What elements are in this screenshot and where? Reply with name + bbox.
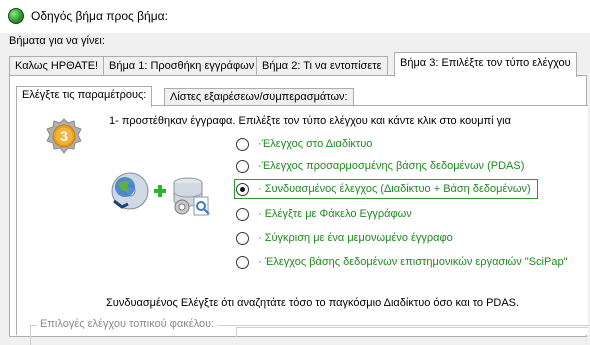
option-combined-check[interactable]: · Συνδυασμένος έλεγχος (Διαδίκτυο + Βάση… xyxy=(234,179,538,199)
tab-step-3[interactable]: Βήμα 3: Επιλέξτε τον τύπο ελέγχου xyxy=(394,52,577,77)
combined-check-illustration xyxy=(111,172,210,216)
radio-button[interactable] xyxy=(236,255,249,269)
option-label: ·Έλεγχος στο Διαδίκτυο xyxy=(258,138,373,150)
option-label: · Συνδυασμένος έλεγχος (Διαδίκτυο + Βάση… xyxy=(258,183,531,195)
option-internet-check[interactable]: ·Έλεγχος στο Διαδίκτυο xyxy=(236,134,372,154)
radio-button[interactable] xyxy=(236,137,249,151)
radio-button-selected[interactable] xyxy=(236,182,249,196)
option-label: · Σύγκριση με ένα μεμονωμένο έγγραφο xyxy=(258,232,453,244)
option-label: · Έλεγχος βάσης δεδομένων επιστημονικών … xyxy=(258,256,568,268)
app-icon xyxy=(8,8,24,24)
svg-text:3: 3 xyxy=(60,128,68,144)
wizard-tabs: Καλως ΗΡΘΑΤΕ! Βήμα 1: Προσθήκη εγγράφων … xyxy=(9,52,587,77)
tab-check-parameters[interactable]: Ελέγξτε τις παραμέτρους: xyxy=(16,86,153,107)
radio-button[interactable] xyxy=(236,207,249,221)
window-title: Οδηγός βήμα προς βήμα: xyxy=(31,9,168,23)
tab-exception-lists[interactable]: Λίστες εξαιρέσεων/συμπερασμάτων: xyxy=(164,88,354,106)
plus-icon xyxy=(154,185,166,197)
title-bar: Οδηγός βήμα προς βήμα: xyxy=(0,0,590,33)
option-label: ·Έλεγχος προσαρμοσμένης βάσης δεδομένων … xyxy=(258,160,525,172)
step-three-badge-icon: 3 xyxy=(46,118,82,154)
database-icon xyxy=(173,177,210,216)
option-single-document-compare[interactable]: · Σύγκριση με ένα μεμονωμένο έγγραφο xyxy=(236,228,453,248)
option-folder-check[interactable]: · Ελέγξτε με Φάκελο Εγγράφων xyxy=(236,204,412,224)
tab-step-2[interactable]: Βήμα 2: Τι να εντοπίσετε xyxy=(256,56,388,76)
local-folder-options-title: Επιλογές ελέγχου τοπικού φακέλου: xyxy=(37,318,218,330)
radio-button[interactable] xyxy=(236,231,249,245)
radio-button[interactable] xyxy=(236,159,249,173)
option-label: · Ελέγξτε με Φάκελο Εγγράφων xyxy=(258,208,412,220)
local-folder-field[interactable] xyxy=(236,327,588,337)
option-scipap-check[interactable]: · Έλεγχος βάσης δεδομένων επιστημονικών … xyxy=(236,252,567,272)
intro-text: 1- προστέθηκαν έγγραφα. Επιλέξτε τον τύπ… xyxy=(109,115,511,127)
steps-label: Βήματα για να γίνει: xyxy=(9,35,105,47)
option-description: Συνδυασμένος Ελέγξτε ότι αναζητάτε τόσο … xyxy=(106,297,520,309)
globe-cd-icon xyxy=(111,172,149,210)
option-pdas-check[interactable]: ·Έλεγχος προσαρμοσμένης βάσης δεδομένων … xyxy=(236,156,524,176)
tab-welcome[interactable]: Καλως ΗΡΘΑΤΕ! xyxy=(9,56,105,76)
tab-step-1[interactable]: Βήμα 1: Προσθήκη εγγράφων xyxy=(103,56,261,76)
parameter-tabs: Ελέγξτε τις παραμέτρους: Λίστες εξαιρέσε… xyxy=(16,86,576,107)
